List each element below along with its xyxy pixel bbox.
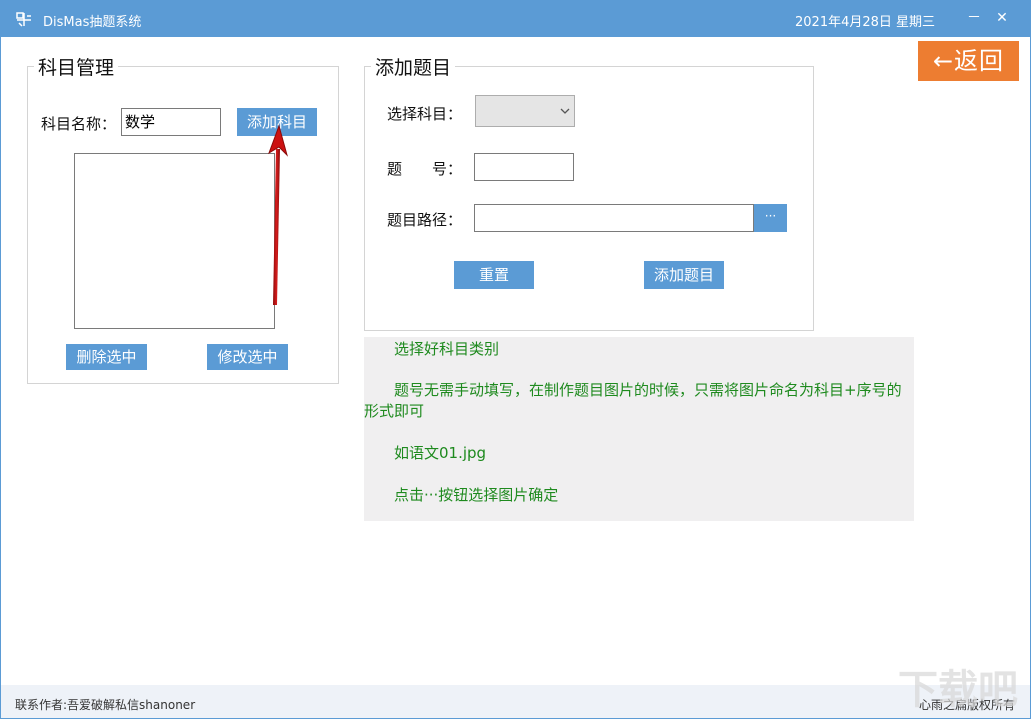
app-title: DisMas抽题系统 bbox=[43, 11, 141, 30]
instruction-line-4: 点击···按钮选择图片确定 bbox=[364, 485, 910, 506]
question-path-label: 题目路径： bbox=[387, 209, 462, 230]
reset-button[interactable]: 重置 bbox=[454, 261, 534, 289]
title-bar[interactable]: DisMas抽题系统 2021年4月28日 星期三 － ✕ bbox=[1, 1, 1030, 37]
instruction-line-2: 题号无需手动填写，在制作题目图片的时候，只需将图片命名为科目+序号的形式即可 bbox=[364, 380, 910, 422]
add-question-group: 添加题目 选择科目： 题 号： 题目路径： ··· 重置 添加题目 bbox=[364, 66, 814, 331]
minimize-button[interactable]: － bbox=[963, 7, 985, 29]
select-subject-label: 选择科目： bbox=[387, 103, 462, 124]
subject-management-group: 科目管理 科目名称： 数学 添加科目 删除选中 修改选中 bbox=[27, 66, 339, 384]
add-question-button[interactable]: 添加题目 bbox=[644, 261, 724, 289]
subject-select[interactable] bbox=[475, 95, 575, 127]
add-subject-button[interactable]: 添加科目 bbox=[237, 108, 317, 136]
browse-button[interactable]: ··· bbox=[754, 204, 787, 232]
subject-group-legend: 科目管理 bbox=[34, 53, 118, 80]
back-button[interactable]: ←返回 bbox=[918, 41, 1019, 81]
contact-author-text: 联系作者:吾爱破解私信shanoner bbox=[15, 696, 195, 713]
status-bar: 联系作者:吾爱破解私信shanoner 心雨之扁版权所有 bbox=[1, 685, 1030, 718]
subject-listbox[interactable] bbox=[74, 153, 275, 329]
question-path-input[interactable] bbox=[474, 204, 754, 232]
copyright-text: 心雨之扁版权所有 bbox=[919, 696, 1015, 713]
app-logo-icon bbox=[15, 10, 33, 28]
question-number-label: 题 号： bbox=[387, 158, 462, 179]
app-window: DisMas抽题系统 2021年4月28日 星期三 － ✕ ←返回 科目管理 科… bbox=[0, 0, 1031, 719]
subject-name-label: 科目名称： bbox=[41, 113, 116, 134]
datetime-display: 2021年4月28日 星期三 bbox=[795, 11, 935, 30]
instruction-line-1: 选择好科目类别 bbox=[364, 339, 910, 360]
question-group-legend: 添加题目 bbox=[371, 53, 455, 80]
subject-name-input[interactable]: 数学 bbox=[121, 108, 221, 136]
chevron-down-icon bbox=[560, 106, 570, 116]
question-number-input[interactable] bbox=[474, 153, 574, 181]
modify-selected-button[interactable]: 修改选中 bbox=[207, 344, 288, 370]
instructions-panel: 选择好科目类别 题号无需手动填写，在制作题目图片的时候，只需将图片命名为科目+序… bbox=[364, 337, 914, 521]
close-button[interactable]: ✕ bbox=[991, 7, 1013, 29]
delete-selected-button[interactable]: 删除选中 bbox=[66, 344, 147, 370]
instruction-line-3: 如语文01.jpg bbox=[364, 443, 910, 464]
